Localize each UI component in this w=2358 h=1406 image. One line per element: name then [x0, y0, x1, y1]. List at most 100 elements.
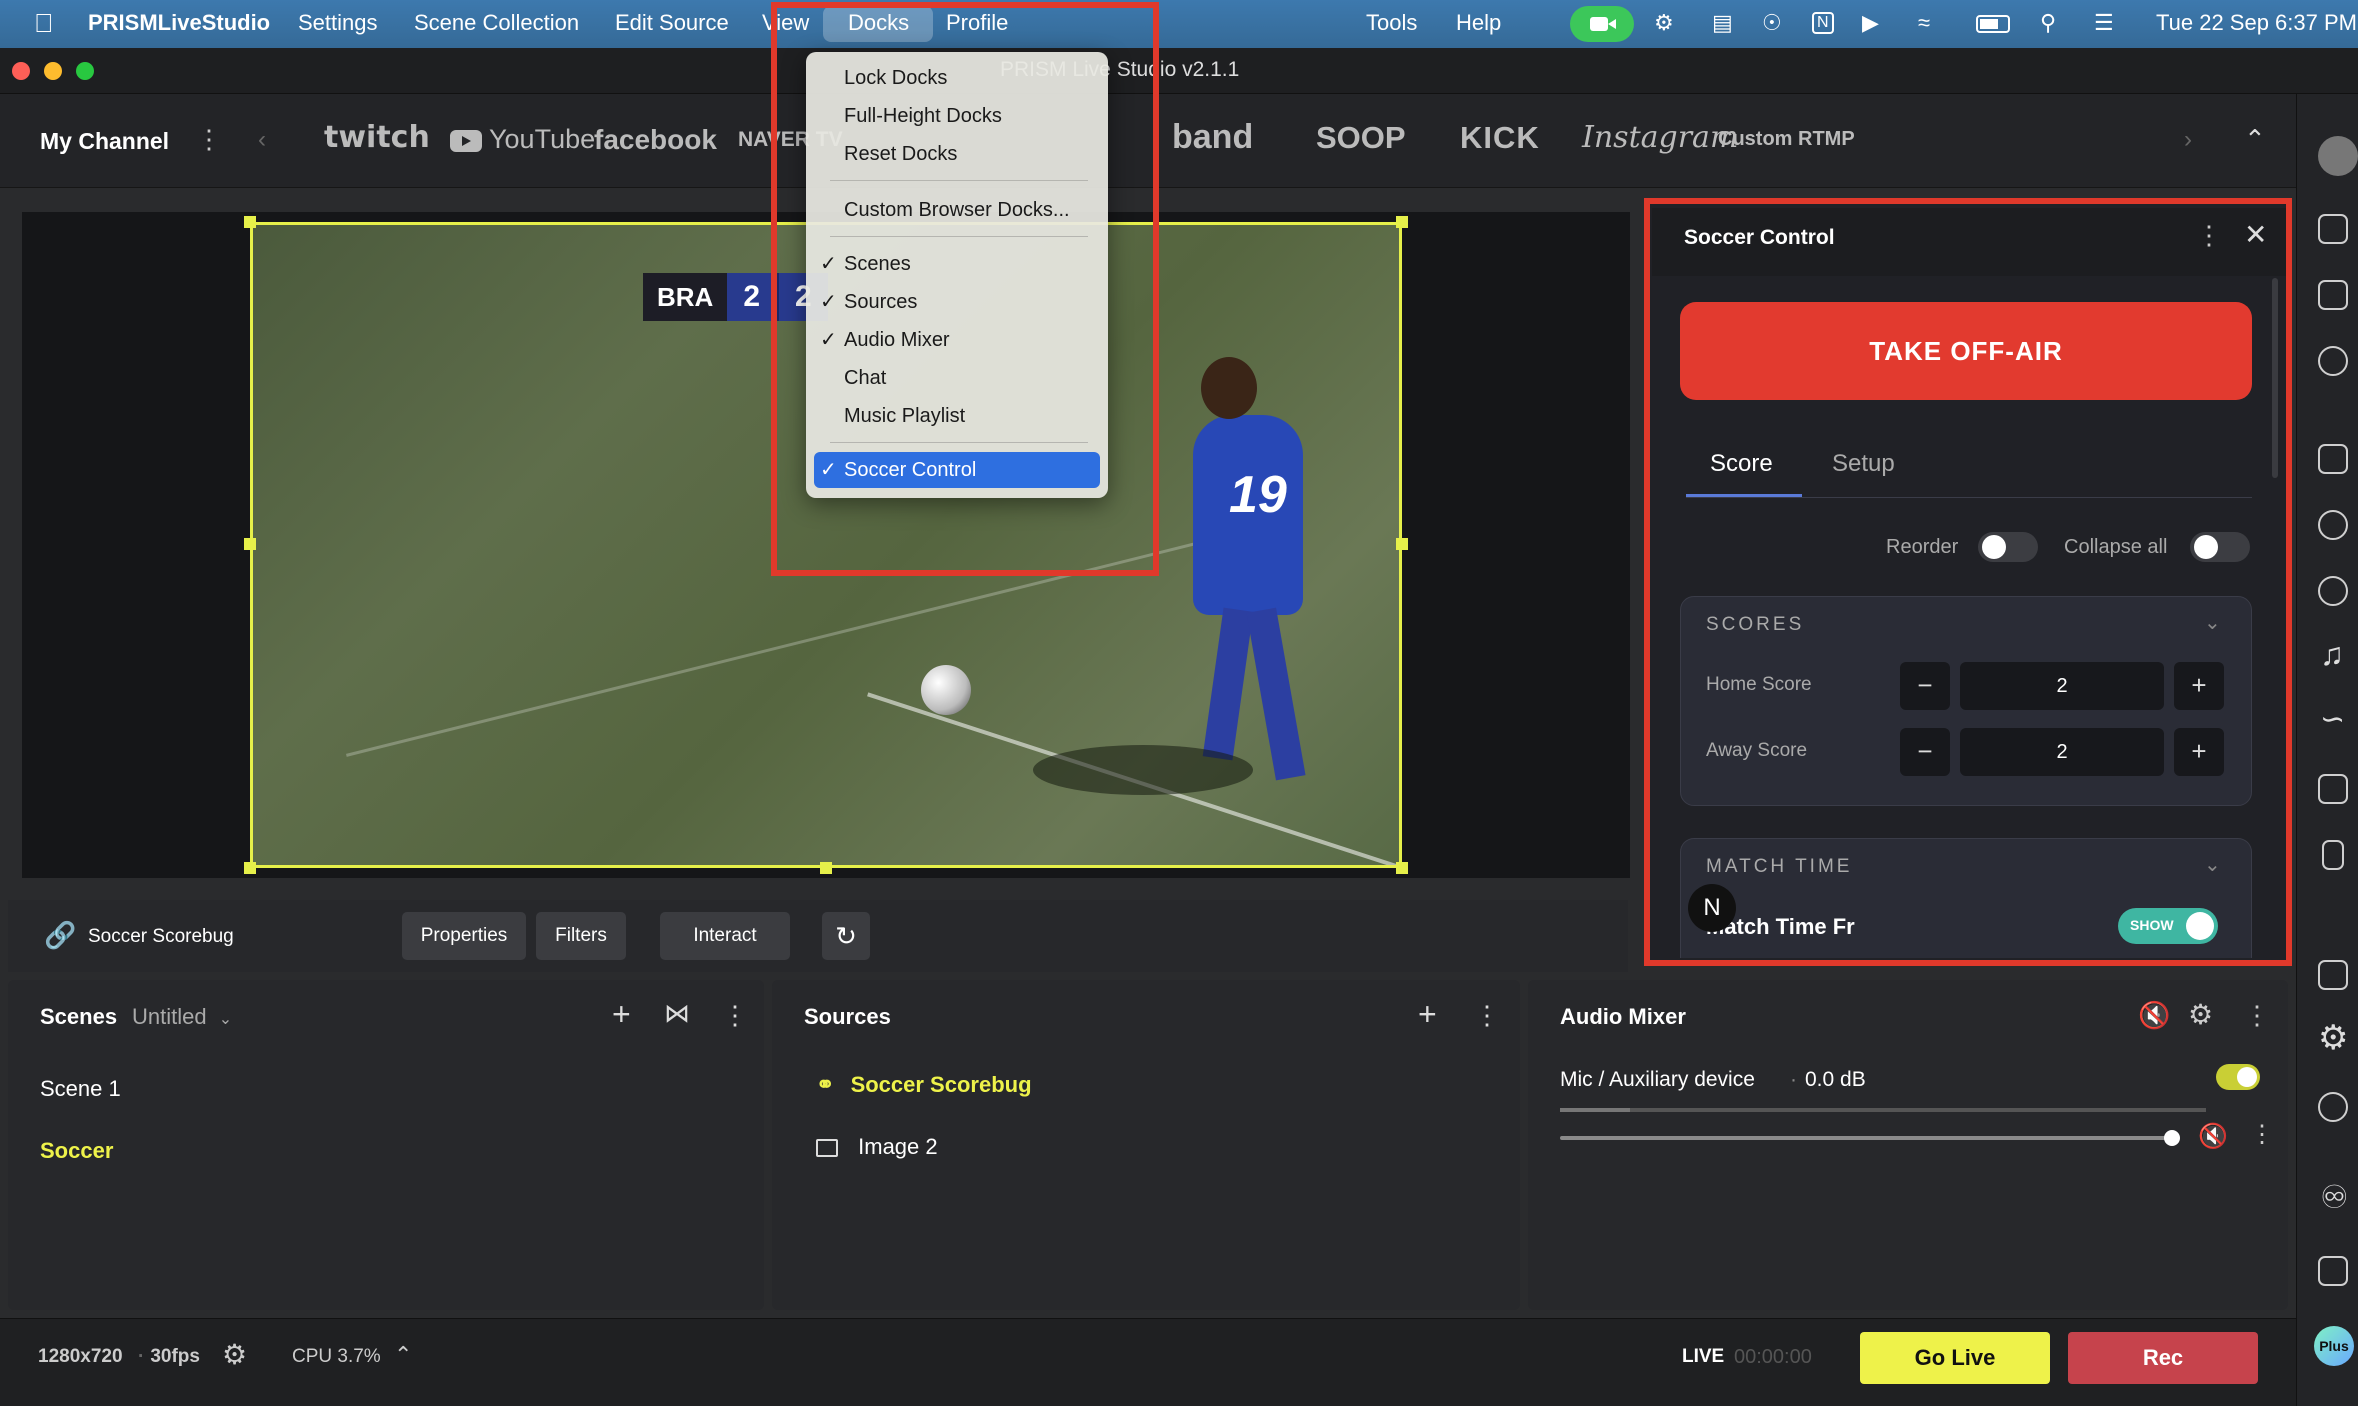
- alert-icon[interactable]: [2318, 960, 2348, 990]
- refresh-button[interactable]: ↻: [822, 912, 870, 960]
- volume-slider[interactable]: [1560, 1136, 2170, 1140]
- player-head: [1201, 357, 1257, 419]
- copy-icon[interactable]: [2318, 444, 2348, 474]
- scene-transition-icon[interactable]: ⋈: [664, 998, 690, 1029]
- drawing-icon[interactable]: ∽: [2320, 702, 2345, 737]
- resize-handle[interactable]: [244, 216, 256, 228]
- my-channel-label[interactable]: My Channel: [40, 128, 169, 155]
- scene-item[interactable]: Scene 1: [40, 1076, 121, 1102]
- fps-label: · 30fps: [138, 1346, 200, 1367]
- menu-tools[interactable]: Tools: [1366, 10, 1417, 36]
- output-settings-gear-icon[interactable]: ⚙: [222, 1338, 247, 1371]
- menu-edit-source[interactable]: Edit Source: [615, 10, 729, 36]
- menu-help[interactable]: Help: [1456, 10, 1501, 36]
- remote-icon[interactable]: [2322, 840, 2344, 870]
- sticker-icon[interactable]: [2318, 576, 2348, 606]
- source-item[interactable]: Image 2: [816, 1134, 938, 1160]
- user-avatar[interactable]: [2318, 136, 2358, 176]
- menu-scene-collection[interactable]: Scene Collection: [414, 10, 579, 36]
- player-shadow: [1033, 745, 1253, 795]
- plus-badge[interactable]: Plus: [2314, 1326, 2354, 1366]
- bug-icon[interactable]: ⚙: [1654, 10, 1674, 36]
- wifi-icon[interactable]: ≈: [1918, 10, 1930, 36]
- virtual-camera-icon[interactable]: [2318, 1256, 2348, 1286]
- device-more-icon[interactable]: ⋮: [2250, 1120, 2274, 1149]
- platforms-prev-icon[interactable]: ‹: [258, 126, 266, 154]
- platform-instagram[interactable]: Instagram: [1582, 120, 1738, 155]
- mute-all-icon[interactable]: 🔇: [2138, 1000, 2170, 1031]
- clock[interactable]: Tue 22 Sep 6:37 PM: [2156, 10, 2357, 36]
- live-timer: 00:00:00: [1734, 1346, 1812, 1368]
- n-status-icon[interactable]: N: [1812, 12, 1834, 34]
- resize-handle[interactable]: [244, 862, 256, 874]
- source-label: Soccer Scorebug: [850, 1072, 1032, 1097]
- cpu-expand-chevron-up-icon[interactable]: ⌃: [394, 1342, 412, 1368]
- scenes-more-icon[interactable]: ⋮: [722, 1000, 748, 1031]
- resize-handle[interactable]: [1396, 862, 1408, 874]
- add-scene-icon[interactable]: +: [612, 996, 631, 1033]
- dock-layout-icon[interactable]: [2318, 214, 2348, 244]
- play-status-icon[interactable]: ▶: [1862, 10, 1879, 36]
- resize-handle[interactable]: [820, 862, 832, 874]
- soccer-ball: [921, 665, 971, 715]
- music-icon[interactable]: ♫: [2320, 636, 2344, 673]
- cpu-label: CPU 3.7%: [292, 1346, 381, 1367]
- app-menu[interactable]: PRISMLiveStudio: [88, 10, 270, 36]
- settings-gear-icon[interactable]: ⚙: [2318, 1018, 2348, 1058]
- more-circle-icon[interactable]: [2318, 1092, 2348, 1122]
- sources-more-icon[interactable]: ⋮: [1474, 1000, 1500, 1031]
- audio-device-toggle[interactable]: [2216, 1064, 2260, 1090]
- link-icon: ⚭: [816, 1072, 835, 1097]
- resize-handle[interactable]: [1396, 216, 1408, 228]
- facetime-status-icon[interactable]: [1570, 6, 1634, 42]
- camera-icon[interactable]: [2318, 774, 2348, 804]
- player-figure: 19: [1193, 415, 1303, 615]
- interact-button[interactable]: Interact: [660, 912, 790, 960]
- mute-device-icon[interactable]: 🔇: [2198, 1122, 2228, 1151]
- scene-collection-dropdown[interactable]: Untitled ⌄: [132, 1004, 232, 1030]
- source-item-active[interactable]: ⚭ Soccer Scorebug: [816, 1072, 1032, 1098]
- resize-handle[interactable]: [1396, 538, 1408, 550]
- resize-handle[interactable]: [244, 538, 256, 550]
- source-toolbar: [8, 900, 1628, 972]
- rec-button[interactable]: Rec: [2068, 1332, 2258, 1384]
- apple-icon[interactable]: : [34, 8, 54, 39]
- link-icon: 🔗: [44, 920, 77, 950]
- volume-slider-knob[interactable]: [2164, 1130, 2180, 1146]
- platform-kick[interactable]: KICK: [1460, 120, 1540, 156]
- youtube-icon: [450, 129, 482, 152]
- refresh-icon: ↻: [835, 921, 857, 951]
- search-icon[interactable]: ⚲: [2040, 10, 2056, 36]
- filters-button[interactable]: Filters: [536, 912, 626, 960]
- properties-button[interactable]: Properties: [402, 912, 526, 960]
- add-source-icon[interactable]: +: [1418, 996, 1437, 1033]
- platforms-next-icon[interactable]: ›: [2184, 126, 2192, 154]
- one-password-icon[interactable]: ☉: [1762, 10, 1782, 36]
- minimize-window-button[interactable]: [44, 62, 62, 80]
- audio-mixer-title: Audio Mixer: [1560, 1004, 1686, 1029]
- heart-icon[interactable]: [2318, 510, 2348, 540]
- resolution-label: 1280x720: [38, 1346, 123, 1367]
- audio-more-icon[interactable]: ⋮: [2244, 1000, 2270, 1031]
- menu-settings[interactable]: Settings: [298, 10, 378, 36]
- platform-soop[interactable]: SOOP: [1316, 120, 1406, 156]
- platform-youtube[interactable]: YouTube: [450, 124, 595, 155]
- chat-icon[interactable]: [2318, 346, 2348, 376]
- platform-band[interactable]: band: [1172, 118, 1253, 157]
- control-center-icon[interactable]: ☰: [2094, 10, 2114, 36]
- go-live-button[interactable]: Go Live: [1860, 1332, 2050, 1384]
- selected-source-name: Soccer Scorebug: [88, 926, 234, 947]
- battery-icon[interactable]: [1976, 15, 2010, 33]
- platform-custom-rtmp[interactable]: Custom RTMP: [1718, 128, 1855, 151]
- multiview-icon[interactable]: [2318, 280, 2348, 310]
- notification-bell-icon[interactable]: ♾: [2320, 1178, 2349, 1216]
- zoom-window-button[interactable]: [76, 62, 94, 80]
- scene-item-active[interactable]: Soccer: [40, 1138, 113, 1164]
- clipboard-icon[interactable]: ▤: [1712, 10, 1733, 36]
- platform-facebook[interactable]: facebook: [594, 124, 717, 156]
- platform-twitch[interactable]: twitch: [324, 120, 430, 155]
- audio-settings-gear-icon[interactable]: ⚙: [2188, 998, 2213, 1031]
- collapse-chevron-up-icon[interactable]: ⌃: [2244, 124, 2266, 155]
- close-window-button[interactable]: [12, 62, 30, 80]
- channel-more-icon[interactable]: ⋮: [196, 124, 222, 155]
